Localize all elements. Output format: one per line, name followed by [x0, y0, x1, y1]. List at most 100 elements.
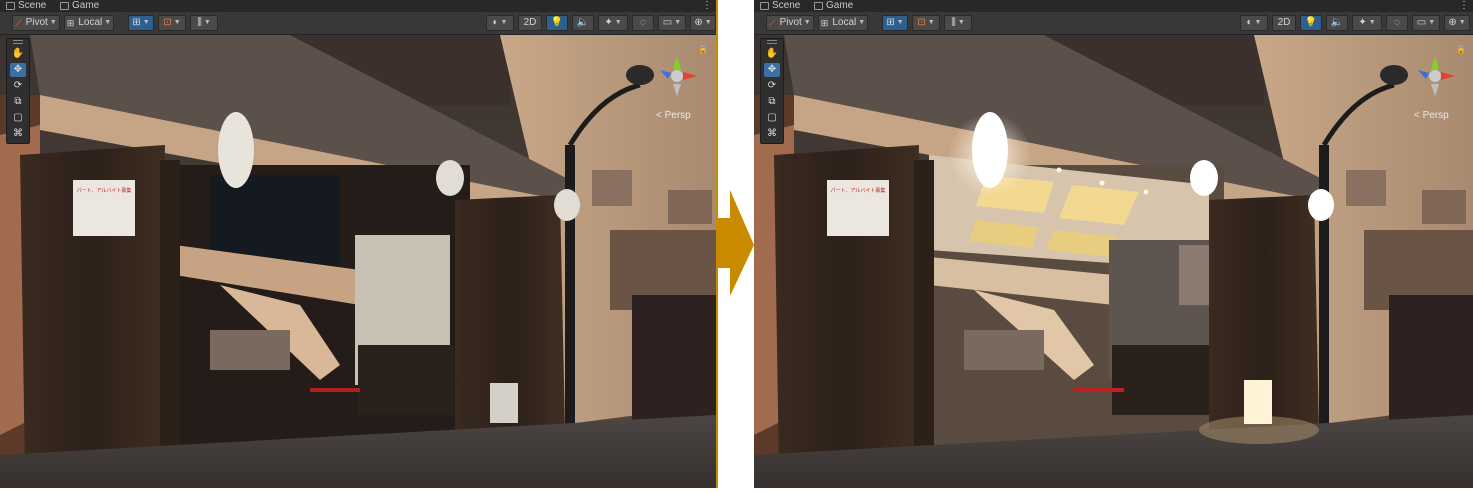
grid-snap-button[interactable]: ⊞ ▼: [882, 15, 908, 31]
grid-snap-button[interactable]: ⊞ ▼: [128, 15, 154, 31]
local-dropdown[interactable]: ⊞ Local ▼: [818, 15, 868, 31]
projection-label[interactable]: < Persp: [1414, 110, 1449, 121]
scene-toolbar: ⟋ Pivot ▼ ⊞ Local ▼ ⊞ ▼ ⊡ ▼ ⫼ ▼ ◐ ▼ 2D 💡 🔈: [754, 12, 1473, 35]
camera-dropdown[interactable]: ▭ ▼: [658, 15, 686, 31]
camera-dropdown[interactable]: ▭ ▼: [1412, 15, 1440, 31]
align-button[interactable]: ⫼ ▼: [944, 15, 972, 31]
tab-menu-icon[interactable]: ⋮: [702, 0, 712, 12]
lamp-cage: [1380, 65, 1408, 85]
tab-game[interactable]: Game: [810, 0, 857, 12]
hidden-objects-toggle[interactable]: ◌: [632, 15, 654, 31]
snap-increment-button[interactable]: ⊡ ▼: [158, 15, 186, 31]
transform-tool-icon[interactable]: ⌘: [10, 127, 26, 141]
scene-viewport[interactable]: パート、アルバイト募集 ✋ ✥ ⟳ ⧉ ▢ ⌘ 🔒 < Persp: [0, 35, 716, 488]
draw-mode-button[interactable]: ◐ ▼: [1240, 15, 1268, 31]
scale-tool-icon[interactable]: ⧉: [764, 95, 780, 109]
speaker-icon: 🔈: [1330, 17, 1344, 28]
toggle-2d-button[interactable]: 2D: [1272, 15, 1296, 31]
paper-lantern-tall: [218, 112, 254, 188]
tab-scene[interactable]: Scene: [756, 0, 804, 12]
transform-tool-icon[interactable]: ⌘: [764, 127, 780, 141]
chevron-down-icon: ▼: [614, 19, 622, 26]
neg-y-cone[interactable]: [673, 84, 681, 96]
audio-toggle-button[interactable]: 🔈: [1326, 15, 1348, 31]
bulb-icon: 💡: [1304, 17, 1318, 28]
hand-tool-icon[interactable]: ✋: [10, 47, 26, 61]
pivot-dropdown[interactable]: ⟋ Pivot ▼: [766, 15, 814, 31]
gizmos-dropdown[interactable]: ⊕ ▼: [690, 15, 716, 31]
align-button[interactable]: ⫼ ▼: [190, 15, 218, 31]
effects-icon: ✦: [604, 17, 613, 28]
local-dropdown[interactable]: ⊞ Local ▼: [64, 15, 114, 31]
grid-icon: ⊞: [886, 17, 895, 28]
y-axis-cone[interactable]: [673, 56, 681, 70]
x-axis-cone[interactable]: [1441, 72, 1455, 80]
draw-mode-button[interactable]: ◐ ▼: [486, 15, 514, 31]
audio-toggle-button[interactable]: 🔈: [572, 15, 594, 31]
hidden-objects-toggle[interactable]: ◌: [1386, 15, 1408, 31]
local-label: Local: [78, 17, 103, 28]
tab-scene[interactable]: Scene: [2, 0, 50, 12]
drag-handle-icon[interactable]: [13, 40, 23, 44]
snap-icon: ⊡: [917, 17, 926, 28]
orientation-gizmo[interactable]: [1410, 48, 1460, 108]
lighting-toggle-button[interactable]: 💡: [1300, 15, 1322, 31]
local-label: Local: [832, 17, 857, 28]
lighting-toggle-button[interactable]: 💡: [546, 15, 568, 31]
rect-tool-icon[interactable]: ▢: [764, 111, 780, 125]
street-view: [964, 330, 1044, 370]
move-tool-icon[interactable]: ✥: [10, 63, 26, 77]
snap-increment-button[interactable]: ⊡ ▼: [912, 15, 940, 31]
camera-icon: ▭: [662, 17, 673, 28]
eye-slash-icon: ◌: [640, 17, 646, 28]
scene-toolbar: ⟋ Pivot ▼ ⊞ Local ▼ ⊞ ▼ ⊡ ▼ ⫼ ▼ ◐ ▼ 2D 💡 🔈: [0, 12, 716, 35]
scale-tool-icon[interactable]: ⧉: [10, 95, 26, 109]
scene-view-panel-after: Scene Game ⋮ ⟋ Pivot ▼ ⊞ Local ▼ ⊞ ▼ ⊡ ▼ ⫼…: [754, 0, 1473, 488]
lock-icon[interactable]: 🔒: [698, 45, 708, 54]
pillar-edge: [160, 160, 180, 460]
pivot-icon: ⟋: [15, 18, 22, 28]
rotate-tool-icon[interactable]: ⟳: [10, 79, 26, 93]
pivot-dropdown[interactable]: ⟋ Pivot ▼: [12, 15, 60, 31]
orientation-gizmo[interactable]: [652, 48, 702, 108]
floor-lantern: [490, 383, 518, 423]
tab-menu-icon[interactable]: ⋮: [1459, 0, 1469, 12]
scene-viewport[interactable]: パート、アルバイト募集 ✋ ✥ ⟳ ⧉ ▢ ⌘ 🔒 < Persp: [754, 35, 1473, 488]
neg-y-cone[interactable]: [1431, 84, 1439, 96]
scene-tab-icon: [760, 2, 769, 10]
pillar-edge: [914, 160, 934, 460]
street-view: [210, 330, 290, 370]
z-axis-cone[interactable]: [660, 70, 671, 79]
y-axis-cone[interactable]: [1431, 56, 1439, 70]
poster-title: パート、アルバイト募集: [831, 187, 886, 194]
align-icon: ⫼: [197, 17, 202, 28]
chevron-down-icon: ▼: [1428, 19, 1436, 26]
x-axis-cone[interactable]: [683, 72, 697, 80]
rect-tool-icon[interactable]: ▢: [10, 111, 26, 125]
align-icon: ⫼: [951, 17, 956, 28]
toggle-2d-label: 2D: [523, 17, 537, 28]
paper-lantern-lit: [1190, 160, 1218, 196]
hand-tool-icon[interactable]: ✋: [764, 47, 780, 61]
eye-slash-icon: ◌: [1394, 17, 1400, 28]
z-axis-cone[interactable]: [1418, 70, 1429, 79]
move-tool-icon[interactable]: ✥: [764, 63, 780, 77]
display-picture: [1179, 245, 1209, 305]
gizmo-globe-icon: ⊕: [694, 17, 703, 28]
scene-render: パート、アルバイト募集: [0, 35, 716, 488]
projection-label[interactable]: < Persp: [656, 110, 691, 121]
drag-handle-icon[interactable]: [767, 40, 777, 44]
red-mat: [310, 388, 360, 392]
rotate-tool-icon[interactable]: ⟳: [764, 79, 780, 93]
scene-tab-icon: [6, 2, 15, 10]
toggle-2d-button[interactable]: 2D: [518, 15, 542, 31]
floor-lantern-lit: [1244, 380, 1272, 424]
effects-dropdown[interactable]: ✦ ▼: [1352, 15, 1382, 31]
chevron-down-icon: ▼: [142, 19, 150, 26]
tab-game[interactable]: Game: [56, 0, 103, 12]
downlight: [1099, 180, 1105, 186]
lock-icon[interactable]: 🔒: [1456, 45, 1466, 54]
gizmos-dropdown[interactable]: ⊕ ▼: [1444, 15, 1470, 31]
effects-dropdown[interactable]: ✦ ▼: [598, 15, 628, 31]
downlight: [1056, 167, 1062, 173]
